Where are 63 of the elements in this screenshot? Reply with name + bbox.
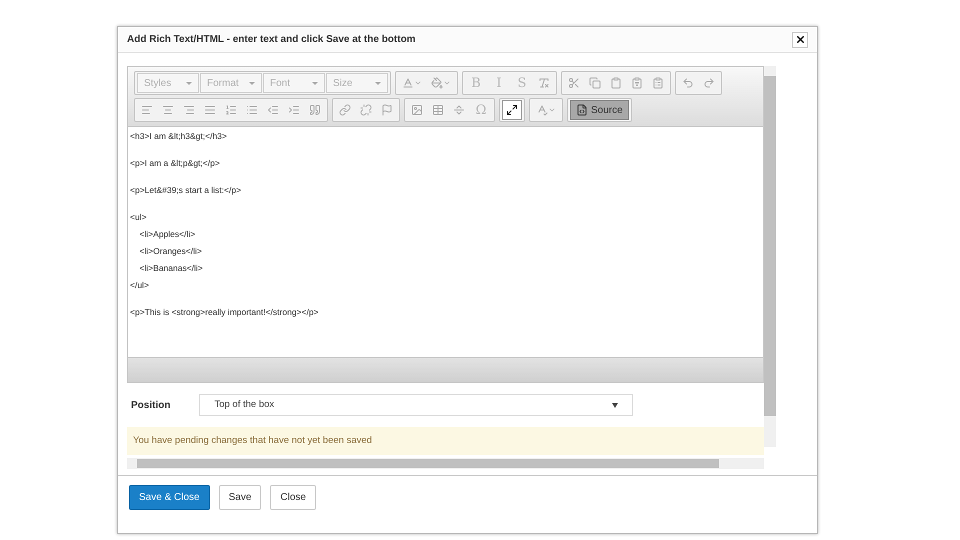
caret-icon [414,79,422,87]
caret-icon [443,79,451,87]
redo-icon [703,77,715,89]
align-justify-icon [204,104,216,116]
copy-icon [589,77,601,89]
code-line: <p>This is <strong>really important!</strong></p> [130,307,320,317]
align-right-icon [183,104,195,116]
unlink-icon [360,104,372,116]
table-icon [432,104,444,116]
quote-icon [309,104,321,116]
remove-format-icon [538,77,550,89]
toolbar-button[interactable]: Ω [470,100,492,120]
flag-icon [381,104,393,116]
code-line: <p>Let&#39;s start a list:</p> [130,185,242,195]
vertical-scrollbar[interactable] [764,66,776,447]
undo-icon [682,77,694,89]
maximize-icon [506,104,518,116]
caret-icon [186,82,192,84]
outdent-icon [267,104,279,116]
align-left-icon [141,104,153,116]
clipboard-list-icon [652,77,664,89]
code-file-icon [576,104,588,116]
code-line: <li>Bananas</li> [138,263,204,273]
scissors-icon [568,77,580,89]
horizontal-rule-icon [453,104,465,116]
dialog-title: Add Rich Text/HTML - enter text and click Save at the bottom [127,33,416,47]
pending-changes-notice: You have pending changes that have not yet been saved [127,427,764,455]
caret-icon [375,82,381,84]
position-select[interactable]: Top of the box [199,394,634,416]
align-center-icon [162,104,174,116]
toolbar-button[interactable]: B [465,73,487,93]
toolbar-button[interactable]: S [511,73,533,93]
clipboard-text-icon [631,77,643,89]
format-dropdown[interactable]: Styles [137,73,199,93]
format-dropdown[interactable]: Format [200,73,262,93]
toolbar-button[interactable]: I [488,73,510,93]
paint-bucket-icon [431,77,443,89]
code-line: <p>I am a &lt;p&gt;</p> [130,158,221,168]
text-color-icon [402,77,414,89]
horizontal-scrollbar[interactable] [127,458,764,469]
caret-icon [548,106,556,114]
numbered-list-icon [225,104,237,116]
spellcheck-icon [536,104,548,116]
code-line: <li>Oranges</li> [138,246,203,256]
indent-icon [288,104,300,116]
code-line: <ul> [130,212,148,222]
link-icon [339,104,351,116]
caret-icon [249,82,255,84]
dialog-button[interactable]: Save [218,485,262,510]
format-dropdown[interactable]: Size [326,73,388,93]
caret-icon [312,82,318,84]
source-button[interactable]: Source [570,100,629,120]
dropdown-arrow-icon [612,402,618,408]
save-and-close-button[interactable]: Save & Close [129,485,210,510]
clipboard-icon [610,77,622,89]
image-icon [411,104,423,116]
dialog-button[interactable]: Close [270,485,316,510]
code-line: <li>Apples</li> [138,229,196,239]
code-line: </ul> [130,280,150,290]
code-line: <h3>I am &lt;h3&gt;</h3> [130,131,228,141]
position-label: Position [131,398,170,412]
format-dropdown[interactable]: Font [263,73,325,93]
close-icon[interactable] [792,32,808,48]
